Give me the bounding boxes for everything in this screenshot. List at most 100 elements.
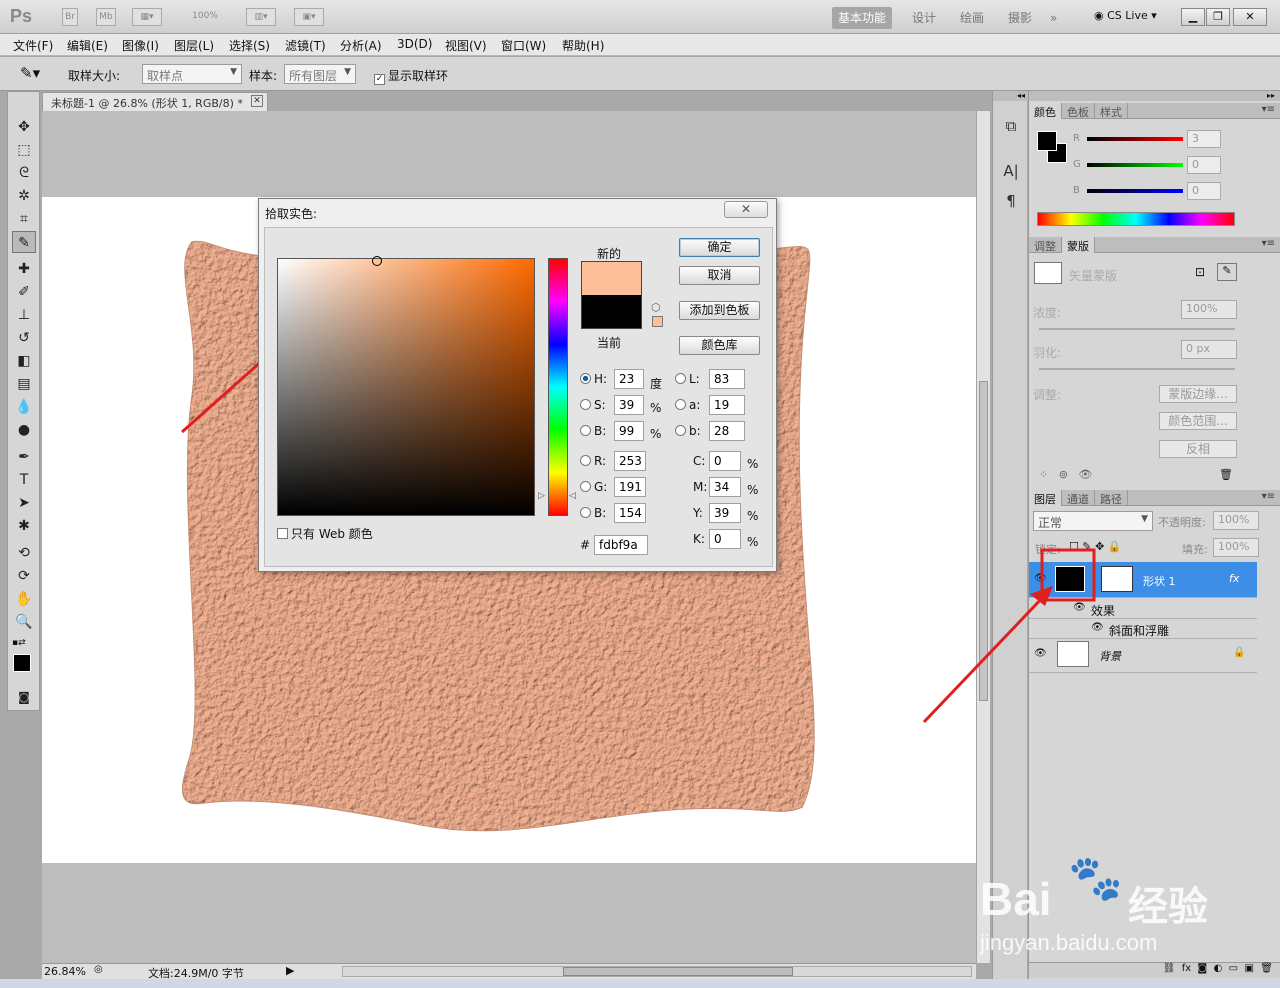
healing-brush-tool-icon[interactable]: ✚ <box>12 258 36 280</box>
vector-mask-select-icon[interactable]: ✎ <box>1217 263 1237 281</box>
panel-menu-icon[interactable]: ▾≡ <box>1262 238 1275 249</box>
horizontal-scroll-thumb[interactable] <box>563 967 793 976</box>
visibility-eye-icon[interactable]: 👁 <box>1073 602 1086 613</box>
more-workspaces-icon[interactable]: » <box>1044 7 1063 29</box>
dialog-close-button[interactable]: ✕ <box>724 201 768 218</box>
visibility-eye-icon[interactable]: 👁 <box>1091 622 1104 633</box>
hue-slider[interactable] <box>548 258 568 516</box>
brush-tool-icon[interactable]: ✐ <box>12 281 36 303</box>
workspace-essentials[interactable]: 基本功能 <box>832 7 893 29</box>
cube-icon[interactable]: ⬡ <box>651 301 661 314</box>
cancel-button[interactable]: 取消 <box>679 266 760 285</box>
workspace-design[interactable]: 设计 <box>906 7 942 29</box>
opacity-input[interactable]: 100% <box>1213 511 1259 530</box>
history-panel-icon[interactable]: ⧉ <box>1001 117 1021 137</box>
black-field[interactable]: K:% <box>693 529 758 549</box>
add-to-swatches-button[interactable]: 添加到色板 <box>679 301 760 320</box>
path-selection-tool-icon[interactable]: ➤ <box>12 492 36 514</box>
eyedropper-tool-icon[interactable]: ✎ <box>12 231 36 253</box>
color-panel-foreground[interactable] <box>1037 131 1057 151</box>
color-spectrum-ramp[interactable] <box>1037 212 1235 226</box>
cyan-field[interactable]: C:% <box>693 451 758 471</box>
menu-select[interactable]: 选择(S) <box>229 37 270 54</box>
blue-slider[interactable] <box>1087 189 1183 193</box>
layer-background[interactable]: 👁 背景 🔒 <box>1029 639 1257 673</box>
hand-tool-icon[interactable]: ✋ <box>12 588 36 610</box>
gradient-tool-icon[interactable]: ▤ <box>12 373 36 395</box>
pen-tool-icon[interactable]: ✒ <box>12 446 36 468</box>
zoom-percentage[interactable]: 26.84% <box>44 965 86 978</box>
tab-swatches[interactable]: 色板 <box>1062 103 1095 119</box>
layer-shape-1[interactable]: 👁 形状 1 fx <box>1029 562 1257 598</box>
menu-layer[interactable]: 图层(L) <box>174 37 214 54</box>
menu-edit[interactable]: 编辑(E) <box>67 37 108 54</box>
visibility-eye-icon[interactable]: 👁 <box>1034 573 1047 584</box>
menu-image[interactable]: 图像(I) <box>122 37 159 54</box>
menu-help[interactable]: 帮助(H) <box>562 37 604 54</box>
tab-adjustments[interactable]: 调整 <box>1029 237 1062 253</box>
web-safe-swatch[interactable] <box>652 316 663 327</box>
density-input[interactable]: 100% <box>1181 300 1237 319</box>
marquee-tool-icon[interactable]: ⬚ <box>12 139 36 161</box>
layer-vector-mask-thumb[interactable] <box>1101 566 1133 592</box>
hue-pointer-left-icon[interactable]: ▷ <box>538 491 545 501</box>
shape-tool-icon[interactable]: ✱ <box>12 515 36 537</box>
hue-pointer-right-icon[interactable]: ◁ <box>569 491 576 501</box>
mask-footer-icons[interactable]: ⁘ ⊚ 👁 <box>1039 468 1092 481</box>
lab-b-field[interactable]: b: <box>675 421 745 441</box>
layer-name[interactable]: 形状 1 <box>1143 573 1176 589</box>
crop-tool-icon[interactable]: ⌗ <box>12 208 36 230</box>
layer-fx-icon[interactable]: fx <box>1229 572 1239 585</box>
status-info-icon[interactable]: ◎ <box>94 964 103 975</box>
vertical-scroll-thumb[interactable] <box>979 381 988 701</box>
lock-icons[interactable]: ☐ ✎ ✥ 🔒 <box>1069 540 1121 553</box>
layer-bevel-emboss-row[interactable]: 👁 斜面和浮雕 <box>1029 619 1257 639</box>
web-colors-only-checkbox[interactable]: 只有 Web 颜色 <box>277 525 373 542</box>
history-brush-tool-icon[interactable]: ↺ <box>12 327 36 349</box>
status-menu-arrow-icon[interactable]: ▶ <box>286 964 294 977</box>
eyedropper-preset-icon[interactable]: ✎▾ <box>20 64 40 82</box>
close-document-icon[interactable]: ✕ <box>251 95 263 107</box>
hex-field[interactable]: # <box>580 535 648 555</box>
workspace-photography[interactable]: 摄影 <box>1002 7 1038 29</box>
sample-select[interactable]: 所有图层 ▼ <box>284 64 356 84</box>
red-value[interactable]: 3 <box>1187 130 1221 148</box>
mask-edge-button[interactable]: 蒙版边缘... <box>1159 385 1237 403</box>
blur-tool-icon[interactable]: 💧 <box>12 396 36 418</box>
lab-a-field[interactable]: a: <box>675 395 745 415</box>
zoom-level-display[interactable]: 100% <box>180 8 230 26</box>
document-tab[interactable]: 未标题-1 @ 26.8% (形状 1, RGB/8) * ✕ <box>42 92 268 111</box>
magenta-field[interactable]: M:% <box>693 477 758 497</box>
hue-field[interactable]: H:度 <box>580 369 662 391</box>
3d-orbit-tool-icon[interactable]: ⟳ <box>12 565 36 587</box>
layer-name[interactable]: 背景 <box>1099 648 1121 664</box>
expand-panels-arrow[interactable]: ▸▸ <box>1029 91 1280 101</box>
zoom-tool-icon[interactable]: 🔍 <box>12 611 36 633</box>
eraser-tool-icon[interactable]: ◧ <box>12 350 36 372</box>
color-marker-icon[interactable] <box>372 256 382 266</box>
trash-icon[interactable]: 🗑 <box>1219 468 1233 481</box>
layer-fill-thumb[interactable] <box>1055 566 1085 592</box>
color-range-button[interactable]: 颜色范围... <box>1159 412 1237 430</box>
view-extras-button[interactable]: ▦▾ <box>132 8 162 26</box>
invert-button[interactable]: 反相 <box>1159 440 1237 458</box>
menu-file[interactable]: 文件(F) <box>13 37 53 54</box>
close-window-button[interactable]: ✕ <box>1233 8 1267 26</box>
sample-size-select[interactable]: 取样点 ▼ <box>142 64 242 84</box>
panel-menu-icon[interactable]: ▾≡ <box>1262 491 1275 502</box>
menu-window[interactable]: 窗口(W) <box>501 37 546 54</box>
collapse-icons-arrow[interactable]: ◂◂ <box>993 91 1028 101</box>
tab-paths[interactable]: 路径 <box>1095 490 1128 506</box>
saturation-field[interactable]: S:% <box>580 395 661 415</box>
tab-layers[interactable]: 图层 <box>1029 490 1062 506</box>
green-slider[interactable] <box>1087 163 1183 167</box>
tab-styles[interactable]: 样式 <box>1095 103 1128 119</box>
layer-effects-row[interactable]: 👁 效果 <box>1029 599 1257 619</box>
background-thumb[interactable] <box>1057 641 1089 667</box>
bridge-button[interactable]: Br <box>62 8 78 26</box>
3d-rotate-tool-icon[interactable]: ⟲ <box>12 542 36 564</box>
menu-3d[interactable]: 3D(D) <box>397 37 432 51</box>
clone-stamp-tool-icon[interactable]: ⊥ <box>12 304 36 326</box>
menu-view[interactable]: 视图(V) <box>445 37 487 54</box>
green-value[interactable]: 0 <box>1187 156 1221 174</box>
